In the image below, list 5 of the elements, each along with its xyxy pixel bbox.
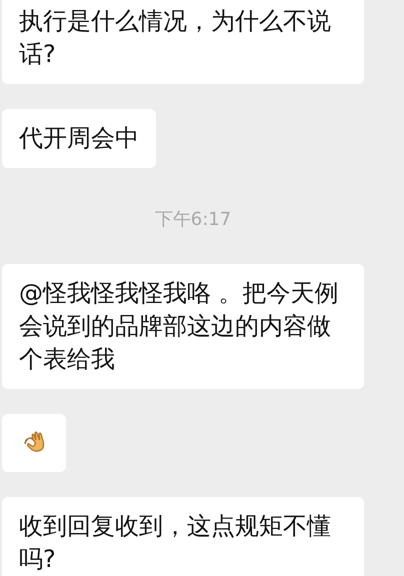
message-bubble: 执行是什么情况，为什么不说话?: [2, 0, 364, 84]
message-bubble: 代开周会中: [2, 109, 156, 168]
message-bubble: 收到回复收到，这点规矩不懂吗?: [2, 497, 364, 576]
timestamp: 下午6:17: [154, 208, 232, 231]
message-bubble: @怪我怪我怪我咯 。把今天例会说到的品牌部这边的内容做个表给我: [2, 264, 364, 389]
